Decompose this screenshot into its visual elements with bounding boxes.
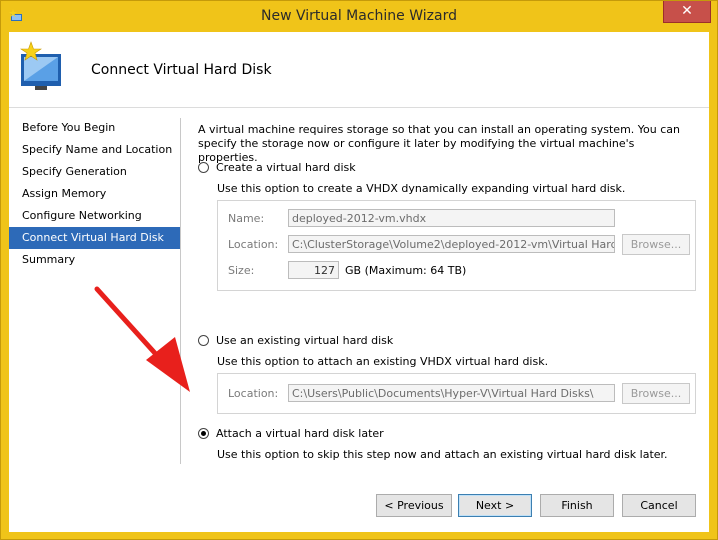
existing-vhd-label[interactable]: Use an existing virtual hard disk [216,334,393,347]
finish-button[interactable]: Finish [540,494,614,517]
page-title: Connect Virtual Hard Disk [91,62,272,78]
wizard-steps-nav: Before You Begin Specify Name and Locati… [9,117,180,271]
existing-vhd-radio[interactable] [198,335,209,346]
attach-later-radio[interactable] [198,428,209,439]
existing-location-label: Location: [228,387,279,400]
next-button[interactable]: Next > [458,494,532,517]
size-field[interactable]: 127 [288,261,339,279]
attach-later-help: Use this option to skip this step now an… [217,448,668,461]
create-vhd-radio[interactable] [198,162,209,173]
create-vhd-fieldset: Name: deployed-2012-vm.vhdx Location: C:… [217,200,696,291]
wizard-header: Connect Virtual Hard Disk [9,32,709,108]
location-field[interactable]: C:\ClusterStorage\Volume2\deployed-2012-… [288,235,615,253]
existing-vhd-help: Use this option to attach an existing VH… [217,355,549,368]
browse-button-existing[interactable]: Browse... [622,383,690,404]
window-title: New Virtual Machine Wizard [261,8,457,24]
wizard-client-area: Connect Virtual Hard Disk Before You Beg… [9,32,709,532]
page-description: A virtual machine requires storage so th… [198,123,681,164]
size-unit-label: GB (Maximum: 64 TB) [345,264,467,277]
size-label: Size: [228,264,255,277]
browse-button-create[interactable]: Browse... [622,234,690,255]
title-bar: New Virtual Machine Wizard ✕ [1,1,717,33]
nav-divider [180,118,181,464]
close-button[interactable]: ✕ [663,1,711,23]
nav-item-connect-virtual-hard-disk[interactable]: Connect Virtual Hard Disk [9,227,180,249]
existing-location-field[interactable]: C:\Users\Public\Documents\Hyper-V\Virtua… [288,384,615,402]
create-vhd-help: Use this option to create a VHDX dynamic… [217,182,626,195]
existing-vhd-fieldset: Location: C:\Users\Public\Documents\Hype… [217,373,696,414]
cancel-button[interactable]: Cancel [622,494,696,517]
nav-item-summary[interactable]: Summary [9,249,180,271]
create-vhd-label[interactable]: Create a virtual hard disk [216,161,356,174]
attach-later-label[interactable]: Attach a virtual hard disk later [216,427,384,440]
nav-item-assign-memory[interactable]: Assign Memory [9,183,180,205]
virtual-machine-icon [20,41,61,90]
nav-item-specify-generation[interactable]: Specify Generation [9,161,180,183]
wizard-window: New Virtual Machine Wizard ✕ Connect Vir… [0,0,718,540]
previous-button[interactable]: < Previous [376,494,452,517]
name-label: Name: [228,212,265,225]
nav-item-before-you-begin[interactable]: Before You Begin [9,117,180,139]
nav-item-configure-networking[interactable]: Configure Networking [9,205,180,227]
location-label: Location: [228,238,279,251]
nav-item-specify-name-location[interactable]: Specify Name and Location [9,139,180,161]
name-field[interactable]: deployed-2012-vm.vhdx [288,209,615,227]
